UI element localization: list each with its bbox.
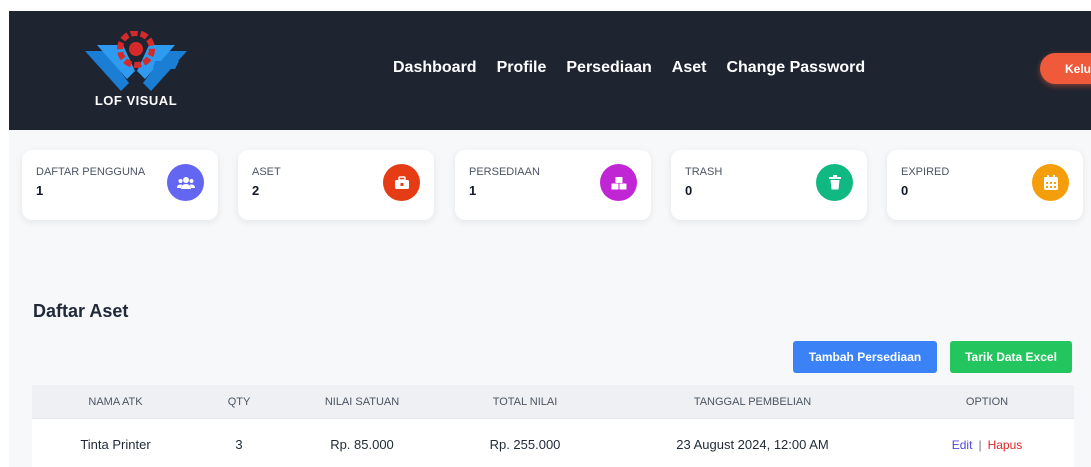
column-header-nama-atk[interactable]: NAMA ATK bbox=[32, 396, 199, 408]
column-header-total-nilai[interactable]: TOTAL NILAI bbox=[445, 396, 605, 408]
column-header-nilai-satuan[interactable]: NILAI SATUAN bbox=[279, 396, 445, 408]
option-separator: | bbox=[978, 437, 982, 452]
users-icon bbox=[167, 164, 204, 201]
stat-card-persediaan[interactable]: PERSEDIAAN 1 bbox=[455, 150, 651, 220]
cell-qty: 3 bbox=[235, 436, 243, 452]
stat-card-trash[interactable]: TRASH 0 bbox=[671, 150, 867, 220]
edit-link[interactable]: Edit bbox=[952, 438, 973, 452]
delete-link[interactable]: Hapus bbox=[988, 438, 1023, 452]
stat-card-aset[interactable]: ASET 2 bbox=[238, 150, 434, 220]
top-navbar: LOF VISUAL Dashboard Profile Persediaan … bbox=[9, 11, 1091, 130]
stat-card-expired[interactable]: EXPIRED 0 bbox=[887, 150, 1083, 220]
cell-total-nilai: Rp. 255.000 bbox=[489, 436, 561, 452]
lof-visual-logo-icon bbox=[85, 31, 187, 91]
nav-change-password[interactable]: Change Password bbox=[726, 59, 865, 77]
stat-label: EXPIRED bbox=[901, 166, 950, 178]
column-header-option: OPTION bbox=[965, 395, 1009, 408]
stat-label: PERSEDIAAN bbox=[469, 166, 540, 178]
table-header-row: NAMA ATK QTY NILAI SATUAN TOTAL NILAI TA… bbox=[32, 385, 1074, 419]
brand-logo-text: LOF VISUAL bbox=[94, 93, 178, 108]
stat-card-pengguna[interactable]: DAFTAR PENGGUNA 1 bbox=[22, 150, 218, 220]
table-row: Tinta Printer 3 Rp. 85.000 Rp. 255.000 2… bbox=[32, 419, 1074, 467]
stat-label: TRASH bbox=[685, 166, 723, 178]
nav-profile[interactable]: Profile bbox=[497, 59, 547, 77]
add-persediaan-button[interactable]: Tambah Persediaan bbox=[793, 341, 937, 373]
logout-button[interactable]: Keluar bbox=[1040, 53, 1091, 84]
nav-aset[interactable]: Aset bbox=[672, 59, 707, 77]
stat-value: 0 bbox=[685, 183, 693, 198]
column-header-tanggal-pembelian[interactable]: TANGGAL PEMBELIAN bbox=[605, 396, 900, 408]
stat-value: 2 bbox=[252, 183, 260, 198]
boxes-icon bbox=[600, 164, 637, 201]
aset-table: NAMA ATK QTY NILAI SATUAN TOTAL NILAI TA… bbox=[32, 385, 1074, 467]
trash-icon bbox=[816, 164, 853, 201]
column-header-qty[interactable]: QTY bbox=[199, 396, 279, 408]
nav-persediaan[interactable]: Persediaan bbox=[566, 59, 651, 77]
cell-tanggal-pembelian: 23 August 2024, 12:00 AM bbox=[676, 436, 829, 452]
cell-nama-atk: Tinta Printer bbox=[80, 436, 151, 452]
page-title: Daftar Aset bbox=[33, 301, 129, 321]
nav-dashboard[interactable]: Dashboard bbox=[393, 59, 477, 77]
stat-value: 1 bbox=[469, 183, 477, 198]
stat-value: 0 bbox=[901, 183, 909, 198]
app-frame: LOF VISUAL Dashboard Profile Persediaan … bbox=[9, 11, 1091, 467]
cell-nilai-satuan: Rp. 85.000 bbox=[330, 436, 394, 452]
calendar-icon bbox=[1032, 164, 1069, 201]
export-excel-button[interactable]: Tarik Data Excel bbox=[950, 341, 1072, 373]
stat-value: 1 bbox=[36, 183, 44, 198]
brand-logo[interactable]: LOF VISUAL bbox=[83, 31, 189, 115]
stat-label: DAFTAR PENGGUNA bbox=[36, 166, 146, 178]
stat-label: ASET bbox=[252, 166, 281, 178]
cell-options: Edit | Hapus bbox=[900, 437, 1074, 452]
toolbox-icon bbox=[383, 164, 420, 201]
main-nav: Dashboard Profile Persediaan Aset Change… bbox=[393, 59, 865, 77]
